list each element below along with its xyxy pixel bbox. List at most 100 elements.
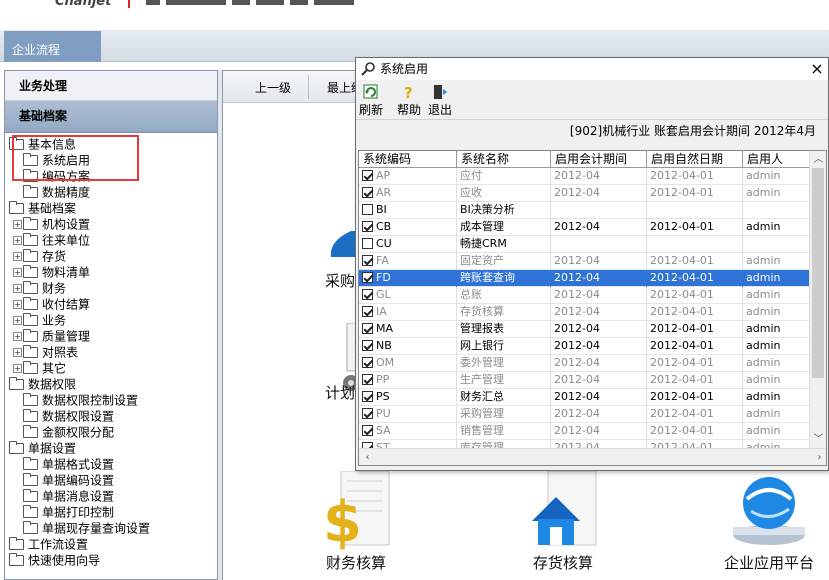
table-row[interactable]: AP 应付 2012-04 2012-04-01 admin: [359, 168, 811, 185]
enable-checkbox[interactable]: [362, 323, 373, 334]
cell-text: 2012-04: [554, 271, 600, 284]
column-header[interactable]: 系统名称: [457, 151, 551, 168]
tree-node[interactable]: + 业务: [5, 312, 217, 328]
column-header[interactable]: 系统编码: [359, 151, 457, 168]
exit-button[interactable]: 退出: [428, 84, 452, 118]
scroll-left-icon[interactable]: ‹: [359, 449, 376, 465]
column-header[interactable]: 启用自然日期: [647, 151, 743, 168]
expand-icon[interactable]: +: [13, 268, 22, 277]
enable-checkbox[interactable]: [362, 425, 373, 436]
table-row[interactable]: NB 网上银行 2012-04 2012-04-01 admin: [359, 338, 811, 355]
tree-node[interactable]: + 往来单位: [5, 232, 217, 248]
enable-checkbox[interactable]: [362, 340, 373, 351]
tree-node[interactable]: 单据打印控制: [5, 504, 217, 520]
table-row[interactable]: MA 管理报表 2012-04 2012-04-01 admin: [359, 321, 811, 338]
tree-node[interactable]: 快速使用向导: [5, 552, 217, 568]
enable-checkbox[interactable]: [362, 289, 373, 300]
expand-icon[interactable]: +: [13, 364, 22, 373]
cell-name: 财务汇总: [457, 389, 551, 406]
scroll-down-icon[interactable]: ﹀: [810, 431, 826, 448]
scroll-thumb[interactable]: [812, 168, 824, 378]
tree-node[interactable]: + 财务: [5, 280, 217, 296]
tree-node[interactable]: 单据消息设置: [5, 488, 217, 504]
table-row[interactable]: FD 跨账套查询 2012-04 2012-04-01 admin: [359, 270, 811, 287]
tree-node[interactable]: 工作流设置: [5, 536, 217, 552]
cell-name: 销售管理: [457, 423, 551, 440]
refresh-button[interactable]: 刷新: [359, 84, 383, 118]
expand-icon[interactable]: +: [13, 252, 22, 261]
cell-text: admin: [746, 356, 781, 369]
cell-user: admin: [743, 423, 811, 440]
table-row[interactable]: PP 生产管理 2012-04 2012-04-01 admin: [359, 372, 811, 389]
enable-checkbox[interactable]: [362, 238, 373, 249]
tree-node[interactable]: 基础档案: [5, 200, 217, 216]
expand-icon[interactable]: +: [13, 332, 22, 341]
column-header[interactable]: 启用人: [743, 151, 811, 168]
up-level-button[interactable]: 上一级: [255, 79, 291, 96]
table-row[interactable]: BI BI决策分析: [359, 202, 811, 219]
cell-name: 成本管理: [457, 219, 551, 236]
tree-node[interactable]: + 收付结算: [5, 296, 217, 312]
expand-icon[interactable]: +: [13, 300, 22, 309]
table-row[interactable]: CB 成本管理 2012-04 2012-04-01 admin: [359, 219, 811, 236]
tree-node[interactable]: 数据权限: [5, 376, 217, 392]
cell-period: 2012-04: [551, 355, 647, 372]
tree-node[interactable]: 单据编码设置: [5, 472, 217, 488]
enable-checkbox[interactable]: [362, 391, 373, 402]
tree-node[interactable]: 单据现存量查询设置: [5, 520, 217, 536]
expand-icon[interactable]: +: [13, 220, 22, 229]
scroll-right-icon[interactable]: ›: [811, 449, 826, 465]
close-icon[interactable]: ×: [808, 58, 826, 80]
table-row[interactable]: GL 总账 2012-04 2012-04-01 admin: [359, 287, 811, 304]
table-row[interactable]: OM 委外管理 2012-04 2012-04-01 admin: [359, 355, 811, 372]
enable-checkbox[interactable]: [362, 408, 373, 419]
horizontal-scrollbar[interactable]: ‹ ›: [359, 448, 826, 465]
app-finance[interactable]: $ 财务核算: [319, 470, 393, 573]
enable-checkbox[interactable]: [362, 255, 373, 266]
table-row[interactable]: FA 固定资产 2012-04 2012-04-01 admin: [359, 253, 811, 270]
tree-node[interactable]: 数据权限控制设置: [5, 392, 217, 408]
enable-checkbox[interactable]: [362, 221, 373, 232]
table-row[interactable]: PU 采购管理 2012-04 2012-04-01 admin: [359, 406, 811, 423]
section-business[interactable]: 业务处理: [5, 71, 217, 101]
help-button[interactable]: ? 帮助: [397, 84, 421, 118]
table-row[interactable]: AR 应收 2012-04 2012-04-01 admin: [359, 185, 811, 202]
enable-checkbox[interactable]: [362, 187, 373, 198]
table-row[interactable]: CU 畅捷CRM: [359, 236, 811, 253]
table-row[interactable]: PS 财务汇总 2012-04 2012-04-01 admin: [359, 389, 811, 406]
scroll-up-icon[interactable]: ︿: [810, 151, 826, 168]
tree-node[interactable]: + 机构设置: [5, 216, 217, 232]
cell-text: 2012-04: [554, 339, 600, 352]
dialog-titlebar[interactable]: 系统启用 ×: [356, 58, 828, 80]
app-platform[interactable]: 企业应用平台: [713, 471, 825, 573]
tree-node[interactable]: + 对照表: [5, 344, 217, 360]
enable-checkbox[interactable]: [362, 204, 373, 215]
enable-checkbox[interactable]: [362, 170, 373, 181]
vertical-scrollbar[interactable]: ︿ ﹀: [809, 151, 826, 448]
enable-checkbox[interactable]: [362, 357, 373, 368]
tree-node[interactable]: + 存货: [5, 248, 217, 264]
tree-node[interactable]: 单据设置: [5, 440, 217, 456]
enable-checkbox[interactable]: [362, 374, 373, 385]
column-header[interactable]: 启用会计期间: [551, 151, 647, 168]
cell-text: 2012-04-01: [650, 271, 714, 284]
tab-enterprise-process[interactable]: 企业流程: [4, 31, 101, 62]
tree-node[interactable]: 单据格式设置: [5, 456, 217, 472]
enable-checkbox[interactable]: [362, 272, 373, 283]
expand-icon[interactable]: +: [13, 316, 22, 325]
section-basic-archive[interactable]: 基础档案: [5, 101, 217, 133]
app-inventory[interactable]: 存货核算: [523, 470, 603, 573]
tree-node[interactable]: + 质量管理: [5, 328, 217, 344]
enable-checkbox[interactable]: [362, 306, 373, 317]
table-row[interactable]: SA 销售管理 2012-04 2012-04-01 admin: [359, 423, 811, 440]
cell-text: 委外管理: [460, 356, 504, 369]
tree-node[interactable]: 数据精度: [5, 184, 217, 200]
tree-node[interactable]: + 其它: [5, 360, 217, 376]
tree-node[interactable]: 金额权限分配: [5, 424, 217, 440]
table-row[interactable]: IA 存货核算 2012-04 2012-04-01 admin: [359, 304, 811, 321]
tree-node[interactable]: + 物料清单: [5, 264, 217, 280]
expand-icon[interactable]: +: [13, 236, 22, 245]
expand-icon[interactable]: +: [13, 284, 22, 293]
tree-node[interactable]: 数据权限设置: [5, 408, 217, 424]
expand-icon[interactable]: +: [13, 348, 22, 357]
